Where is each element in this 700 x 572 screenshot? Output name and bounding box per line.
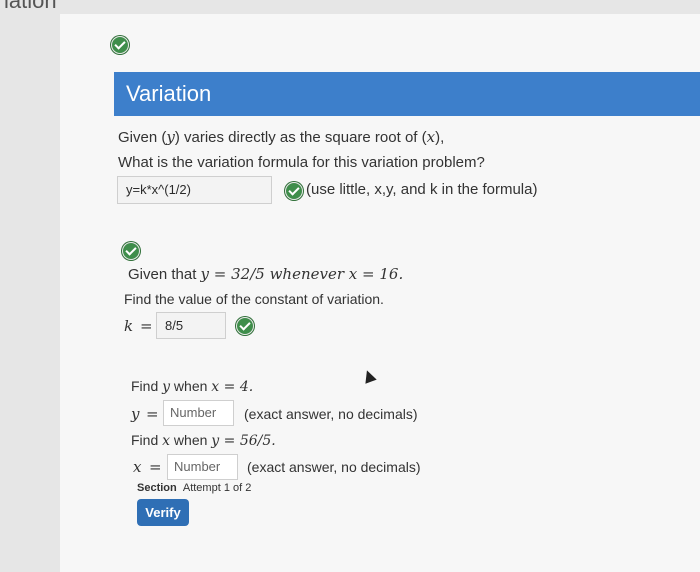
problem1-question: What is the variation formula for this v…: [118, 154, 485, 171]
var-y: y: [211, 433, 220, 449]
question-panel: Variation Given (y) varies directly as t…: [60, 14, 700, 572]
text: when: [170, 432, 212, 448]
y-hint: (exact answer, no decimals): [244, 406, 418, 422]
math-text: = 32/5 whenever: [209, 265, 349, 283]
section-title: Variation: [126, 81, 212, 106]
section-header: Variation: [114, 72, 700, 116]
y-answer-input[interactable]: Number: [163, 400, 234, 426]
text: Given (: [118, 129, 167, 146]
attempt-count: Attempt 1 of 2: [182, 482, 252, 494]
text: ) varies directly as the square root of …: [174, 129, 427, 146]
math-text: = 56/5.: [219, 433, 276, 449]
var-x: x: [162, 433, 171, 449]
math-text: = 16.: [357, 265, 404, 283]
x-hint: (exact answer, no decimals): [247, 459, 421, 475]
section-label: Section: [137, 482, 177, 494]
mouse-cursor-icon: [361, 368, 377, 384]
previous-section-title-fragment: iation: [0, 0, 700, 14]
text: Find: [131, 378, 163, 394]
check-icon: [111, 36, 129, 54]
fragment-text: iation: [4, 0, 57, 13]
check-icon: [236, 317, 254, 335]
y-label: y: [131, 405, 140, 423]
var-y: y: [162, 379, 171, 395]
text: Given that: [128, 266, 201, 283]
problem2-given: Given that y = 32/5 whenever x = 16.: [128, 265, 403, 283]
math-text: = 4.: [219, 379, 254, 395]
text: Find: [131, 432, 163, 448]
find-y-prompt: Find y when x = 4.: [131, 378, 253, 395]
problem2-question: Find the value of the constant of variat…: [124, 291, 384, 307]
text: ),: [435, 129, 445, 146]
formula-hint: (use little, x,y, and k in the formula): [306, 181, 538, 198]
verify-button[interactable]: Verify: [137, 499, 189, 526]
var-x: x: [426, 128, 436, 146]
k-label: k: [124, 317, 134, 335]
text: when: [170, 378, 212, 394]
equals-sign: =: [140, 317, 153, 335]
formula-answer-field[interactable]: y=k*x^(1/2): [117, 176, 272, 204]
find-x-prompt: Find x when y = 56/5.: [131, 432, 276, 449]
check-icon: [122, 242, 140, 260]
equals-sign: =: [149, 458, 162, 476]
problem1-statement: Given (y) varies directly as the square …: [118, 128, 444, 146]
x-answer-input[interactable]: Number: [167, 454, 238, 480]
x-label: x: [133, 458, 142, 476]
equals-sign: =: [146, 405, 159, 423]
var-y: y: [200, 265, 210, 283]
check-icon: [285, 182, 303, 200]
attempt-status: Section Attempt 1 of 2: [137, 482, 251, 494]
var-x: x: [348, 265, 358, 283]
var-y: y: [166, 128, 175, 146]
k-answer-field[interactable]: 8/5: [156, 312, 226, 339]
